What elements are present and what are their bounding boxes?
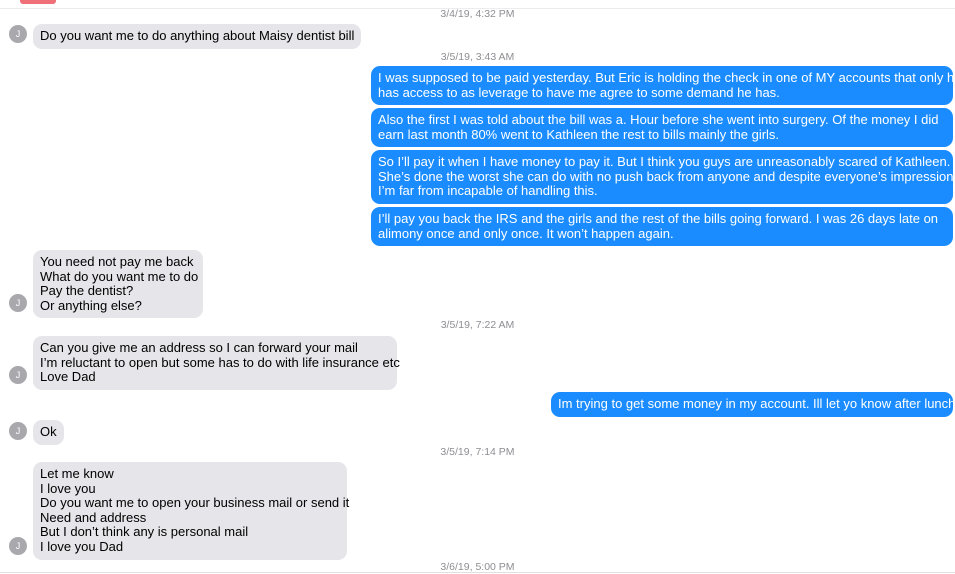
incoming-message[interactable]: Do you want me to do anything about Mais… (33, 24, 362, 49)
message-line: I’m reluctant to open but some has to do… (40, 354, 400, 370)
message-line: I love you (40, 480, 96, 496)
contact-avatar: J (9, 422, 27, 440)
message-line: I love you Dad (40, 538, 124, 554)
message-line: Do you want me to do anything about Mais… (40, 28, 355, 43)
timestamp: 3/5/19, 7:14 PM (440, 446, 515, 458)
contact-avatar: J (9, 294, 27, 312)
message-line: I’m far from incapable of handling this. (378, 183, 598, 199)
message-line: Also the first I was told about the bill… (378, 112, 939, 127)
incoming-message[interactable]: Can you give me an address so I can forw… (33, 336, 400, 390)
message-line: Let me know (40, 466, 114, 481)
timestamp: 3/4/19, 4:32 PM (440, 8, 515, 20)
message-line: Or anything else? (40, 297, 142, 313)
timestamp: 3/5/19, 3:43 AM (440, 51, 515, 63)
outgoing-message[interactable]: Im trying to get some money in my accoun… (551, 392, 955, 417)
message-line: I’ll pay you back the IRS and the girls … (378, 211, 939, 226)
timestamp: 3/5/19, 7:22 AM (440, 319, 515, 331)
message-line: What do you want me to do (40, 268, 199, 284)
message-line: So I’ll pay it when I have money to pay … (378, 154, 951, 169)
message-line: Need and address (40, 509, 147, 525)
outgoing-message[interactable]: Also the first I was told about the bill… (371, 108, 953, 148)
incoming-message[interactable]: Ok (33, 420, 64, 445)
close-indicator (20, 0, 56, 4)
message-line: Can you give me an address so I can forw… (40, 340, 358, 355)
contact-avatar: J (9, 537, 27, 555)
incoming-message[interactable]: You need not pay me back What do you wan… (33, 250, 203, 319)
message-line: I was supposed to be paid yesterday. But… (378, 70, 955, 85)
message-line: has access to as leverage to have me agr… (378, 84, 780, 100)
message-line: earn last month 80% went to Kathleen the… (378, 126, 780, 142)
incoming-message[interactable]: Let me know I love you Do you want me to… (33, 462, 350, 560)
outgoing-message[interactable]: I was supposed to be paid yesterday. But… (371, 66, 955, 106)
contact-avatar: J (9, 366, 27, 384)
outgoing-message[interactable]: I’ll pay you back the IRS and the girls … (371, 207, 953, 247)
message-line: But I don’t think any is personal mail (40, 524, 249, 540)
message-line: Im trying to get some money in my accoun… (558, 396, 955, 411)
message-line: Love Dad (40, 369, 96, 385)
message-line: She’s done the worst she can do with no … (378, 168, 954, 184)
message-line: Ok (40, 424, 57, 439)
message-line: Do you want me to open your business mai… (40, 495, 350, 511)
message-line: You need not pay me back (40, 254, 194, 269)
outgoing-message[interactable]: So I’ll pay it when I have money to pay … (371, 150, 953, 204)
message-line: Pay the dentist? (40, 283, 134, 299)
contact-avatar: J (9, 25, 27, 43)
message-line: alimony once and only once. It won’t hap… (378, 225, 674, 241)
